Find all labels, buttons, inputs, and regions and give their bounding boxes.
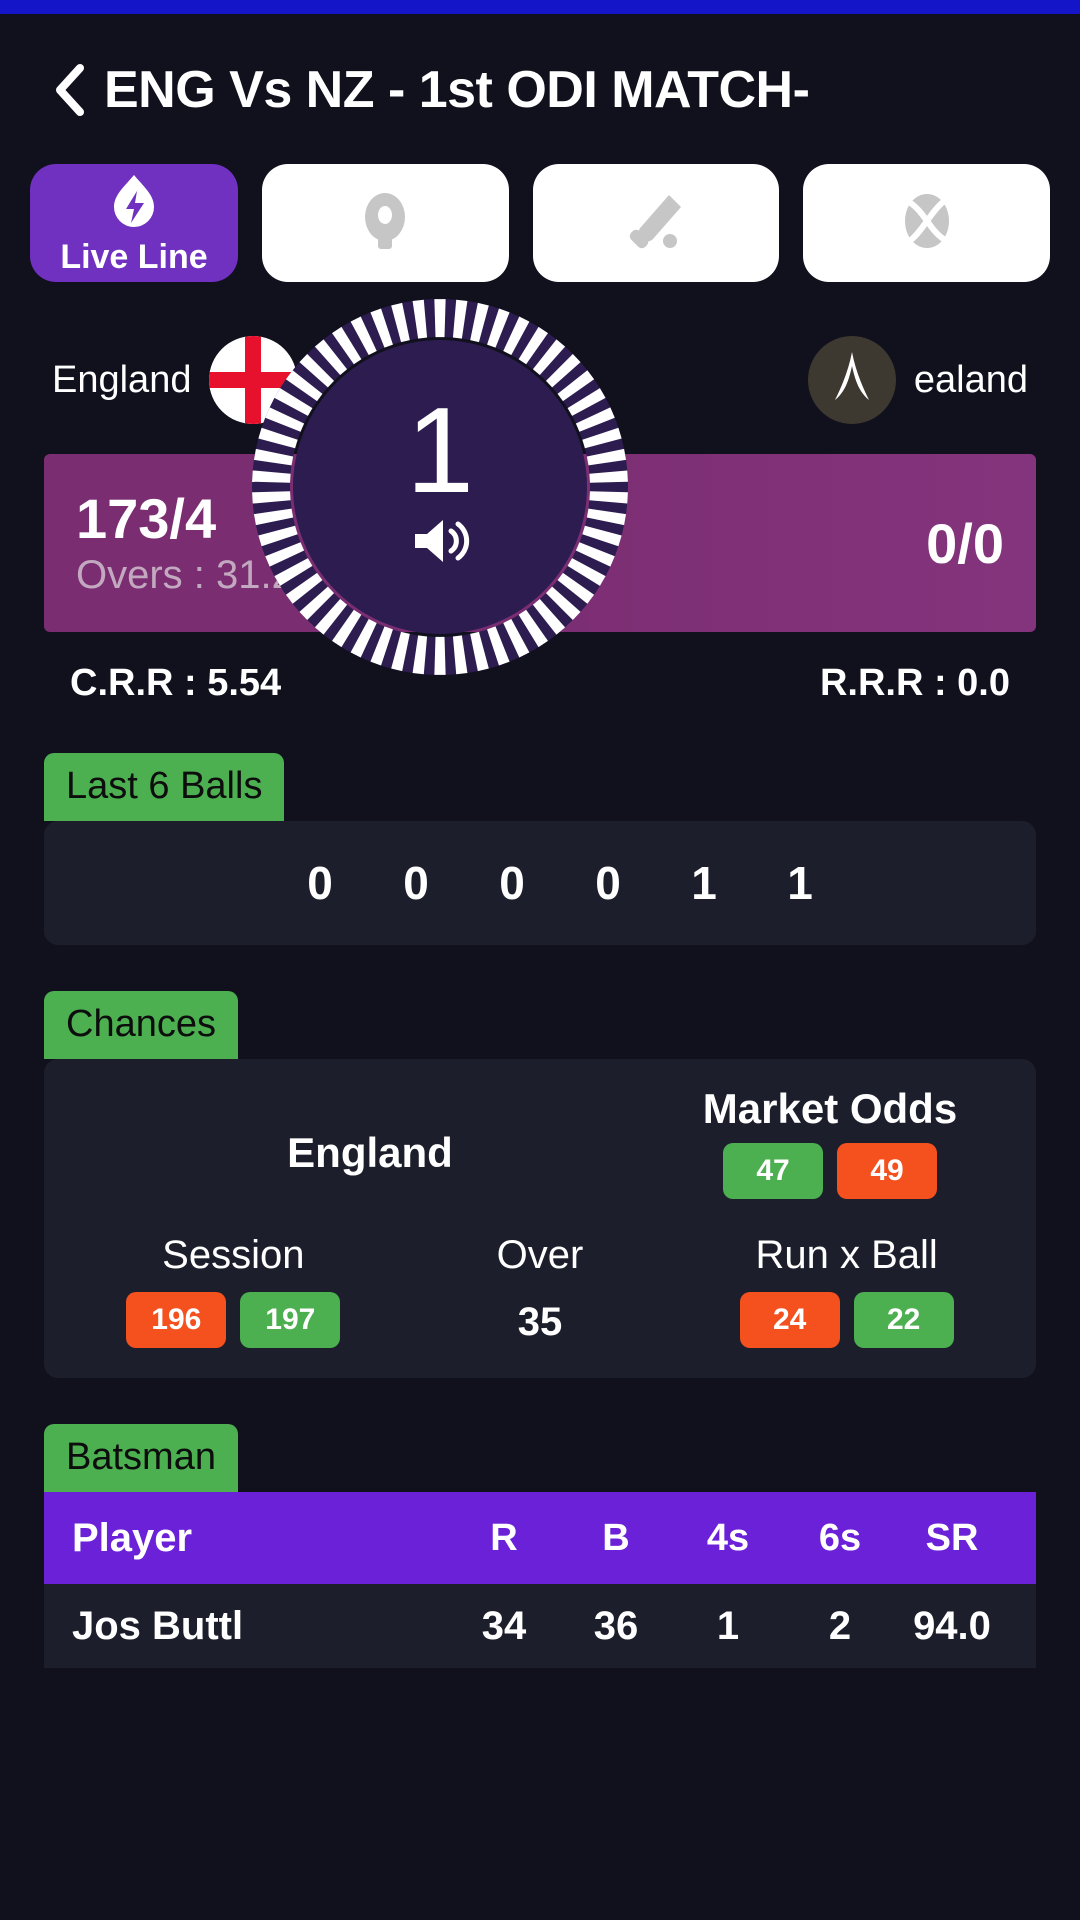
ball-value: 0 <box>403 857 429 909</box>
cell-sixes: 2 <box>828 1603 852 1648</box>
ball-value: 0 <box>307 857 333 909</box>
ball-value: 0 <box>595 857 621 909</box>
cell-balls: 36 <box>593 1603 639 1648</box>
live-ball-overlay-dial[interactable]: 1 <box>250 297 630 677</box>
over-block: Over 35 <box>387 1233 694 1345</box>
ball-value: 1 <box>787 857 813 909</box>
ball-value: 0 <box>499 857 525 909</box>
cell-runs: 34 <box>481 1603 527 1648</box>
run-x-ball-pills: 24 22 <box>739 1292 954 1348</box>
column-balls: B <box>602 1516 630 1559</box>
chevron-left-icon[interactable] <box>52 64 86 116</box>
column-runs: R <box>490 1516 518 1559</box>
away-team-name: ealand <box>913 358 1028 401</box>
chances-team-name: England <box>287 1129 453 1176</box>
tab-live-line[interactable]: Live Line <box>30 164 238 282</box>
last-six-balls-section: Last 6 Balls 0 0 0 0 1 1 <box>0 753 1080 945</box>
status-bar <box>0 0 1080 14</box>
cricket-bat-icon <box>625 189 687 258</box>
session-pills: 196 197 <box>126 1292 341 1348</box>
market-odds-back[interactable]: 47 <box>723 1143 823 1199</box>
cell-player: Jos Buttl <box>72 1603 244 1648</box>
speaker-on-icon[interactable] <box>409 515 471 572</box>
session-yes[interactable]: 197 <box>240 1292 341 1348</box>
chances-title: Chances <box>44 991 238 1059</box>
market-odds-pills: 47 49 <box>723 1143 937 1199</box>
market-odds-block: Market Odds 47 49 <box>660 1085 1000 1199</box>
last-six-balls-panel: 0 0 0 0 1 1 <box>44 821 1036 945</box>
run-x-ball-yes[interactable]: 22 <box>853 1292 954 1348</box>
cell-strike-rate: 94.0 <box>913 1603 991 1648</box>
chances-panel: England Market Odds 47 49 Session 196 19… <box>44 1059 1036 1378</box>
app-root: ENG Vs NZ - 1st ODI MATCH- Live Line Eng… <box>0 0 1080 1920</box>
ball-value: 1 <box>691 857 717 909</box>
tab-scorecard[interactable] <box>532 164 780 282</box>
live-flame-icon <box>106 173 162 236</box>
batsman-table-header: Player R B 4s 6s SR <box>44 1492 1036 1584</box>
chances-top-row: England Market Odds 47 49 <box>80 1085 1000 1199</box>
over-label: Over <box>496 1233 584 1277</box>
dial-inner-circle[interactable]: 1 <box>293 340 587 634</box>
chances-section: Chances England Market Odds 47 49 Sessio… <box>0 991 1080 1378</box>
session-no[interactable]: 196 <box>126 1292 227 1348</box>
tab-players[interactable] <box>262 164 509 282</box>
session-block: Session 196 197 <box>80 1233 387 1348</box>
player-icon <box>355 189 415 258</box>
session-label: Session <box>162 1233 305 1277</box>
cell-fours: 1 <box>716 1603 740 1648</box>
last-six-balls-title: Last 6 Balls <box>44 753 285 821</box>
cricket-ball-icon <box>897 190 957 257</box>
tab-ball[interactable] <box>803 164 1051 282</box>
market-odds-label: Market Odds <box>702 1085 958 1132</box>
market-odds-lay[interactable]: 49 <box>837 1143 937 1199</box>
table-row[interactable]: Jos Buttl 34 36 1 2 94.0 <box>44 1584 1036 1668</box>
run-x-ball-block: Run x Ball 24 22 <box>693 1233 1000 1348</box>
away-score: 0/0 <box>926 511 1004 575</box>
tab-live-line-label: Live Line <box>60 237 208 276</box>
chances-bottom-row: Session 196 197 Over 35 Run x Ball 24 22 <box>80 1233 1000 1348</box>
dial-ball-number: 1 <box>406 381 474 518</box>
page-title: ENG Vs NZ - 1st ODI MATCH- <box>104 61 810 119</box>
required-run-rate: R.R.R : 0.0 <box>819 662 1010 704</box>
tab-bar: Live Line <box>0 164 1080 282</box>
newzealand-flag-icon <box>807 336 896 424</box>
column-sixes: 6s <box>818 1516 862 1559</box>
home-team-name: England <box>52 358 192 401</box>
over-value: 35 <box>517 1300 563 1344</box>
run-x-ball-no[interactable]: 24 <box>739 1292 840 1348</box>
batsman-section: Batsman Player R B 4s 6s SR Jos Buttl 34… <box>0 1424 1080 1668</box>
column-strike-rate: SR <box>925 1516 979 1559</box>
page-header: ENG Vs NZ - 1st ODI MATCH- <box>0 14 1080 156</box>
batsman-title: Batsman <box>44 1424 238 1492</box>
column-fours: 4s <box>706 1516 750 1559</box>
column-player: Player <box>72 1515 193 1560</box>
run-x-ball-label: Run x Ball <box>755 1233 938 1277</box>
